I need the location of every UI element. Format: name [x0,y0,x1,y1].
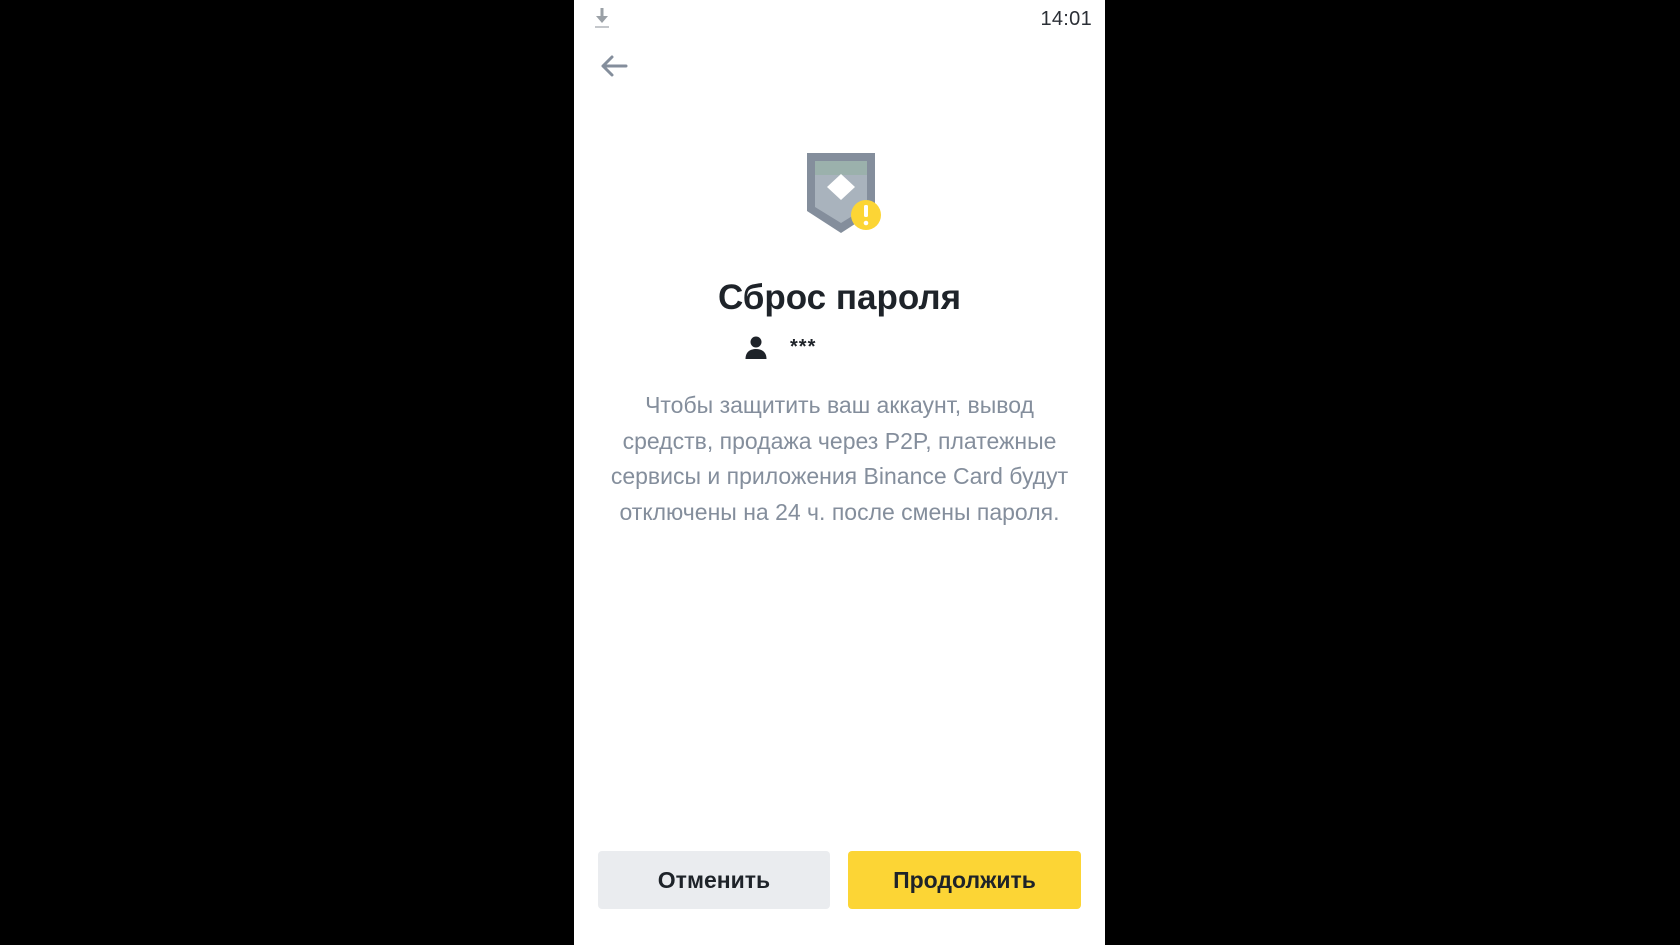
status-bar: 14:01 [574,0,1105,38]
status-time: 14:01 [1040,8,1092,30]
continue-button[interactable]: Продолжить [848,851,1081,909]
cancel-button[interactable]: Отменить [598,851,830,909]
back-button[interactable] [596,52,632,84]
account-name: *** [790,336,817,358]
phone-screen: 14:01 Сброс пароля *** Чтобы защитить ва… [574,0,1105,945]
shield-warning-icon [803,149,883,237]
account-row: *** [744,332,816,362]
description-text: Чтобы защитить ваш аккаунт, вывод средст… [610,392,1069,525]
user-icon [744,335,768,359]
download-icon [592,6,612,30]
page-title: Сброс пароля [717,278,962,317]
back-arrow-icon [599,54,629,83]
